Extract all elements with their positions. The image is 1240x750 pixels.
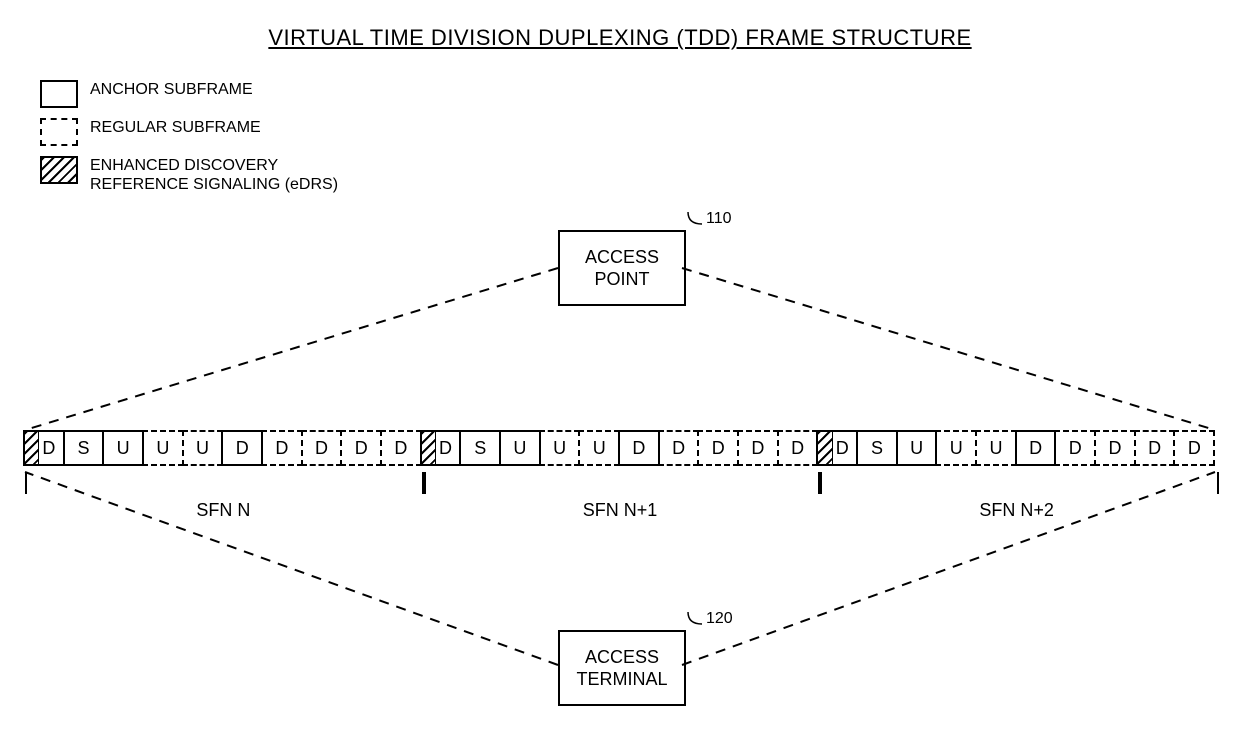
subframe-cell: D (1173, 430, 1215, 466)
subframe-letter: D (672, 438, 685, 459)
subframe-cell: S (459, 430, 501, 466)
subframe-cell: S (63, 430, 105, 466)
sfn-bracket (25, 472, 426, 494)
subframe-letter: D (751, 438, 764, 459)
subframe-letter: U (196, 438, 209, 459)
subframe-letter: U (117, 438, 130, 459)
subframe-cell: U (499, 430, 541, 466)
subframe-letter: D (791, 438, 804, 459)
subframe-cell: U (935, 430, 977, 466)
subframe-cell: D (261, 430, 303, 466)
frame-strip: DSUUUDDDDDDSUUUDDDDDDSUUUDDDDD (25, 430, 1215, 466)
subframe-letter: U (950, 438, 963, 459)
subframe-letter: D (1029, 438, 1042, 459)
diagram-canvas: VIRTUAL TIME DIVISION DUPLEXING (TDD) FR… (0, 0, 1240, 750)
subframe-cell: D (618, 430, 660, 466)
subframe-cell: D (420, 430, 462, 466)
subframe-cell: D (777, 430, 819, 466)
subframe-cell: D (658, 430, 700, 466)
subframe-letter: S (871, 438, 883, 459)
subframe-letter: D (275, 438, 288, 459)
subframe-letter: U (593, 438, 606, 459)
subframe-letter: D (394, 438, 407, 459)
subframe-cell: D (23, 430, 65, 466)
subframe-letter: D (1108, 438, 1121, 459)
sfn-label: SFN N+1 (422, 500, 819, 521)
subframe-letter: U (513, 438, 526, 459)
subframe-cell: U (975, 430, 1017, 466)
sfn-label: SFN N+2 (818, 500, 1215, 521)
subframe-letter: D (826, 438, 849, 459)
subframe-letter: D (315, 438, 328, 459)
subframe-cell: D (737, 430, 779, 466)
subframe-cell: D (1134, 430, 1176, 466)
subframe-letter: D (355, 438, 368, 459)
subframe-letter: U (156, 438, 169, 459)
sfn-bracket (422, 472, 823, 494)
subframe-cell: D (301, 430, 343, 466)
subframe-letter: S (78, 438, 90, 459)
subframe-cell: S (856, 430, 898, 466)
subframe-cell: D (816, 430, 858, 466)
subframe-letter: D (712, 438, 725, 459)
subframe-cell: D (1015, 430, 1057, 466)
subframe-cell: D (221, 430, 263, 466)
subframe-letter: S (474, 438, 486, 459)
sfn-bracket (818, 472, 1219, 494)
connector-lines (0, 0, 1240, 750)
subframe-letter: D (1148, 438, 1161, 459)
subframe-letter: U (989, 438, 1002, 459)
subframe-cell: D (697, 430, 739, 466)
subframe-letter: D (429, 438, 452, 459)
subframe-cell: U (539, 430, 581, 466)
subframe-letter: D (32, 438, 55, 459)
subframe-cell: U (102, 430, 144, 466)
subframe-letter: D (236, 438, 249, 459)
subframe-letter: D (632, 438, 645, 459)
subframe-cell: D (380, 430, 422, 466)
subframe-letter: D (1188, 438, 1201, 459)
subframe-cell: U (142, 430, 184, 466)
sfn-label: SFN N (25, 500, 422, 521)
subframe-cell: D (340, 430, 382, 466)
subframe-cell: U (578, 430, 620, 466)
subframe-cell: U (896, 430, 938, 466)
subframe-letter: U (910, 438, 923, 459)
subframe-letter: U (553, 438, 566, 459)
subframe-cell: D (1054, 430, 1096, 466)
subframe-letter: D (1069, 438, 1082, 459)
subframe-cell: D (1094, 430, 1136, 466)
subframe-cell: U (182, 430, 224, 466)
